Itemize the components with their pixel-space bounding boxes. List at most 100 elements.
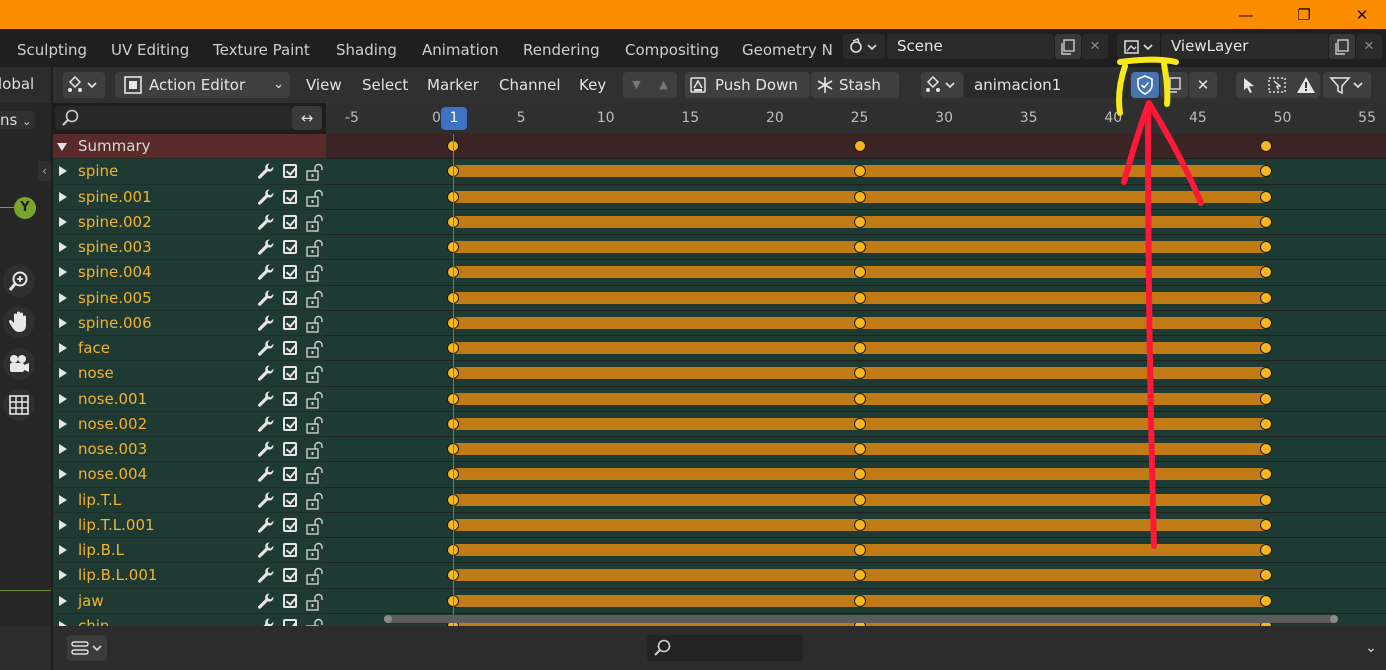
delete-view-layer-button[interactable]: ✕ — [1356, 34, 1382, 59]
key-row[interactable] — [326, 437, 1386, 462]
checkbox-icon[interactable] — [283, 492, 297, 507]
keyframe[interactable] — [1259, 468, 1272, 481]
lock-icon[interactable] — [305, 290, 325, 308]
checkbox-icon[interactable] — [283, 517, 297, 532]
lock-icon[interactable] — [305, 264, 325, 282]
keyframe[interactable] — [853, 316, 866, 329]
wrench-icon[interactable] — [257, 238, 275, 256]
new-action-button[interactable] — [1160, 72, 1188, 98]
delete-scene-button[interactable]: ✕ — [1082, 34, 1108, 59]
action-browse-button[interactable] — [921, 72, 963, 98]
summary-key-row[interactable] — [326, 134, 1386, 159]
expand-right-icon[interactable] — [59, 242, 67, 252]
layer-nav-buttons[interactable]: ▼ ▲ — [623, 72, 677, 98]
keyframe[interactable] — [1259, 266, 1272, 279]
keyframe[interactable] — [1259, 493, 1272, 506]
keyframe[interactable] — [1259, 544, 1272, 556]
wrench-icon[interactable] — [257, 188, 275, 206]
expand-right-icon[interactable] — [59, 317, 67, 328]
wrench-icon[interactable] — [257, 566, 275, 584]
expand-right-icon[interactable] — [59, 166, 67, 177]
view-layer-selector[interactable] — [1117, 34, 1160, 59]
expand-right-icon[interactable] — [59, 216, 67, 227]
expand-right-icon[interactable] — [59, 418, 67, 429]
checkbox-icon[interactable] — [283, 568, 297, 583]
lock-icon[interactable] — [305, 391, 325, 409]
view-layer-name-field[interactable]: ViewLayer — [1161, 34, 1328, 59]
channel-row[interactable]: jaw — [53, 588, 326, 613]
key-row[interactable] — [326, 209, 1386, 234]
channel-row[interactable]: spine — [53, 159, 326, 184]
key-row[interactable] — [326, 462, 1386, 487]
zoom-tool-icon[interactable] — [3, 265, 35, 297]
wrench-icon[interactable] — [257, 364, 275, 382]
keyframe[interactable] — [1259, 215, 1272, 228]
expand-right-icon[interactable] — [59, 570, 67, 581]
minimize-button[interactable]: — — [1217, 0, 1275, 29]
summary-channel[interactable]: Summary — [53, 134, 326, 159]
tab-uv-editing[interactable]: UV Editing — [111, 29, 189, 67]
keyframe[interactable] — [853, 342, 866, 354]
show-hidden-icon[interactable] — [1267, 76, 1287, 94]
key-row[interactable] — [326, 411, 1386, 436]
lock-icon[interactable] — [305, 466, 325, 484]
keyframe[interactable] — [853, 594, 866, 607]
wrench-icon[interactable] — [257, 390, 275, 408]
channel-row[interactable]: spine.004 — [53, 260, 326, 285]
horizontal-scrollbar[interactable] — [384, 615, 1338, 623]
checkbox-icon[interactable] — [283, 618, 297, 626]
wrench-icon[interactable] — [257, 289, 275, 307]
tab-texture-paint[interactable]: Texture Paint — [213, 29, 310, 67]
playhead-line[interactable] — [453, 134, 454, 626]
keyframe[interactable] — [853, 367, 866, 380]
channel-row[interactable]: spine.002 — [53, 209, 326, 234]
keyframe[interactable] — [853, 468, 866, 481]
key-row[interactable] — [326, 361, 1386, 386]
lock-icon[interactable] — [305, 163, 325, 181]
menu-key[interactable]: Key — [579, 71, 606, 99]
channel-search-input[interactable] — [55, 106, 292, 130]
expand-right-icon[interactable] — [59, 519, 67, 530]
lock-icon[interactable] — [305, 340, 325, 358]
move-up-icon[interactable]: ▲ — [659, 72, 667, 98]
expand-right-icon[interactable] — [59, 292, 67, 303]
key-row[interactable] — [326, 512, 1386, 537]
lock-icon[interactable] — [305, 239, 325, 257]
lock-icon[interactable] — [305, 315, 325, 333]
keyframe[interactable] — [1259, 291, 1272, 304]
keyframe[interactable] — [1259, 342, 1272, 354]
keyframe[interactable] — [853, 291, 866, 304]
tab-compositing[interactable]: Compositing — [625, 29, 719, 67]
key-row[interactable] — [326, 235, 1386, 260]
wrench-icon[interactable] — [257, 263, 275, 281]
stash-button[interactable]: Stash — [811, 72, 899, 98]
expand-right-icon[interactable] — [59, 494, 67, 505]
key-row[interactable] — [326, 538, 1386, 563]
keyframe[interactable] — [853, 443, 866, 455]
channel-row[interactable]: face — [53, 336, 326, 361]
tab-shading[interactable]: Shading — [336, 29, 397, 67]
key-row[interactable] — [326, 260, 1386, 285]
maximize-button[interactable]: ❐ — [1275, 0, 1333, 29]
key-row[interactable] — [326, 588, 1386, 613]
transform-orientation-label[interactable]: lobal — [0, 75, 34, 93]
channel-row[interactable]: nose.002 — [53, 411, 326, 436]
wrench-icon[interactable] — [257, 592, 275, 610]
channel-row[interactable]: lip.B.L — [53, 538, 326, 563]
lock-icon[interactable] — [305, 214, 325, 232]
channel-row[interactable]: nose.001 — [53, 386, 326, 411]
keyframe[interactable] — [853, 241, 866, 253]
keyframe[interactable] — [853, 417, 866, 430]
channel-row[interactable]: spine.003 — [53, 235, 326, 260]
camera-view-icon[interactable] — [3, 348, 35, 380]
tab-geometry-nodes[interactable]: Geometry No — [742, 29, 832, 67]
expand-right-icon[interactable] — [59, 545, 67, 555]
wrench-icon[interactable] — [257, 440, 275, 458]
new-view-layer-button[interactable] — [1329, 34, 1355, 59]
checkbox-icon[interactable] — [283, 265, 297, 280]
menu-marker[interactable]: Marker — [427, 71, 479, 99]
move-down-icon[interactable]: ▼ — [632, 72, 640, 98]
mode-selector[interactable]: Action Editor ⌄ — [115, 72, 290, 98]
key-row[interactable] — [326, 386, 1386, 411]
only-errors-icon[interactable] — [1296, 76, 1316, 94]
